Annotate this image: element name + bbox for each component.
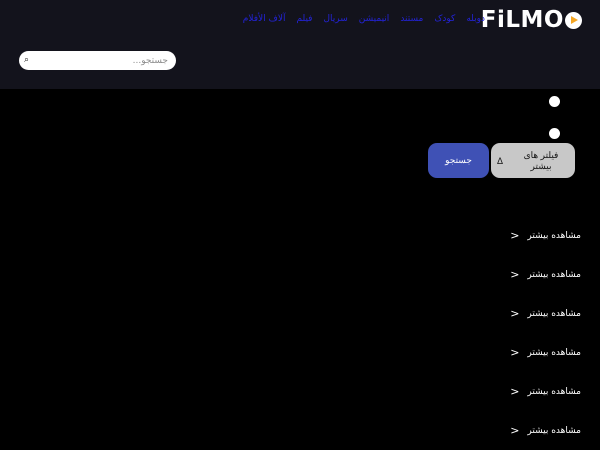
search-input[interactable] bbox=[37, 51, 168, 70]
see-more-link[interactable]: مشاهده بیشتر < bbox=[510, 229, 581, 243]
see-more-label: مشاهده بیشتر bbox=[527, 309, 581, 319]
see-more-link[interactable]: مشاهده بیشتر < bbox=[510, 385, 581, 399]
see-more-link[interactable]: مشاهده بیشتر < bbox=[510, 268, 581, 282]
chevron-left-icon: < bbox=[510, 268, 520, 281]
search-bar: ⌕ bbox=[19, 51, 176, 70]
chevron-left-icon: < bbox=[510, 307, 520, 320]
see-more-link[interactable]: مشاهده بیشتر < bbox=[510, 424, 581, 438]
nav-item-1[interactable]: فیلم bbox=[296, 11, 312, 27]
nav-item-3[interactable]: انیمیشن bbox=[359, 11, 390, 27]
chevron-left-icon: < bbox=[510, 385, 520, 398]
nav-item-5[interactable]: کودک bbox=[434, 11, 455, 27]
more-filters-button[interactable]: فیلتر های بیشتر Δ bbox=[491, 143, 575, 178]
see-more-label: مشاهده بیشتر bbox=[527, 426, 581, 436]
nav-item-0[interactable]: آلاف الأفلام bbox=[243, 11, 286, 27]
more-filters-label: فیلتر های بیشتر bbox=[523, 149, 559, 171]
search-icon[interactable]: ⌕ bbox=[24, 55, 29, 66]
chevron-left-icon: < bbox=[510, 424, 520, 437]
see-more-label: مشاهده بیشتر bbox=[527, 270, 581, 280]
site-logo[interactable]: FiLMO bbox=[481, 7, 582, 33]
see-more-label: مشاهده بیشتر bbox=[527, 387, 581, 397]
main-nav: آلاف الأفلام فیلم سریال انیمیشن مستند کو… bbox=[243, 11, 485, 27]
site-header: FiLMO آلاف الأفلام فیلم سریال انیمیشن مس… bbox=[0, 0, 600, 89]
logo-text: FiLMO bbox=[480, 7, 564, 33]
nav-item-2[interactable]: سریال bbox=[323, 11, 347, 27]
see-more-link[interactable]: مشاهده بیشتر < bbox=[510, 346, 581, 360]
nav-item-6[interactable]: دوبله bbox=[466, 11, 485, 27]
nav-item-4[interactable]: مستند bbox=[400, 11, 423, 27]
see-more-label: مشاهده بیشتر bbox=[527, 231, 581, 241]
chevron-left-icon: < bbox=[510, 346, 520, 359]
filter-icon: Δ bbox=[497, 155, 504, 166]
play-icon bbox=[565, 11, 582, 29]
slider-dot[interactable] bbox=[549, 128, 560, 139]
see-more-label: مشاهده بیشتر bbox=[527, 348, 581, 358]
slider-dot[interactable] bbox=[549, 96, 560, 107]
see-more-link[interactable]: مشاهده بیشتر < bbox=[510, 307, 581, 321]
chevron-left-icon: < bbox=[510, 229, 520, 242]
search-button[interactable]: جستجو bbox=[428, 143, 489, 178]
